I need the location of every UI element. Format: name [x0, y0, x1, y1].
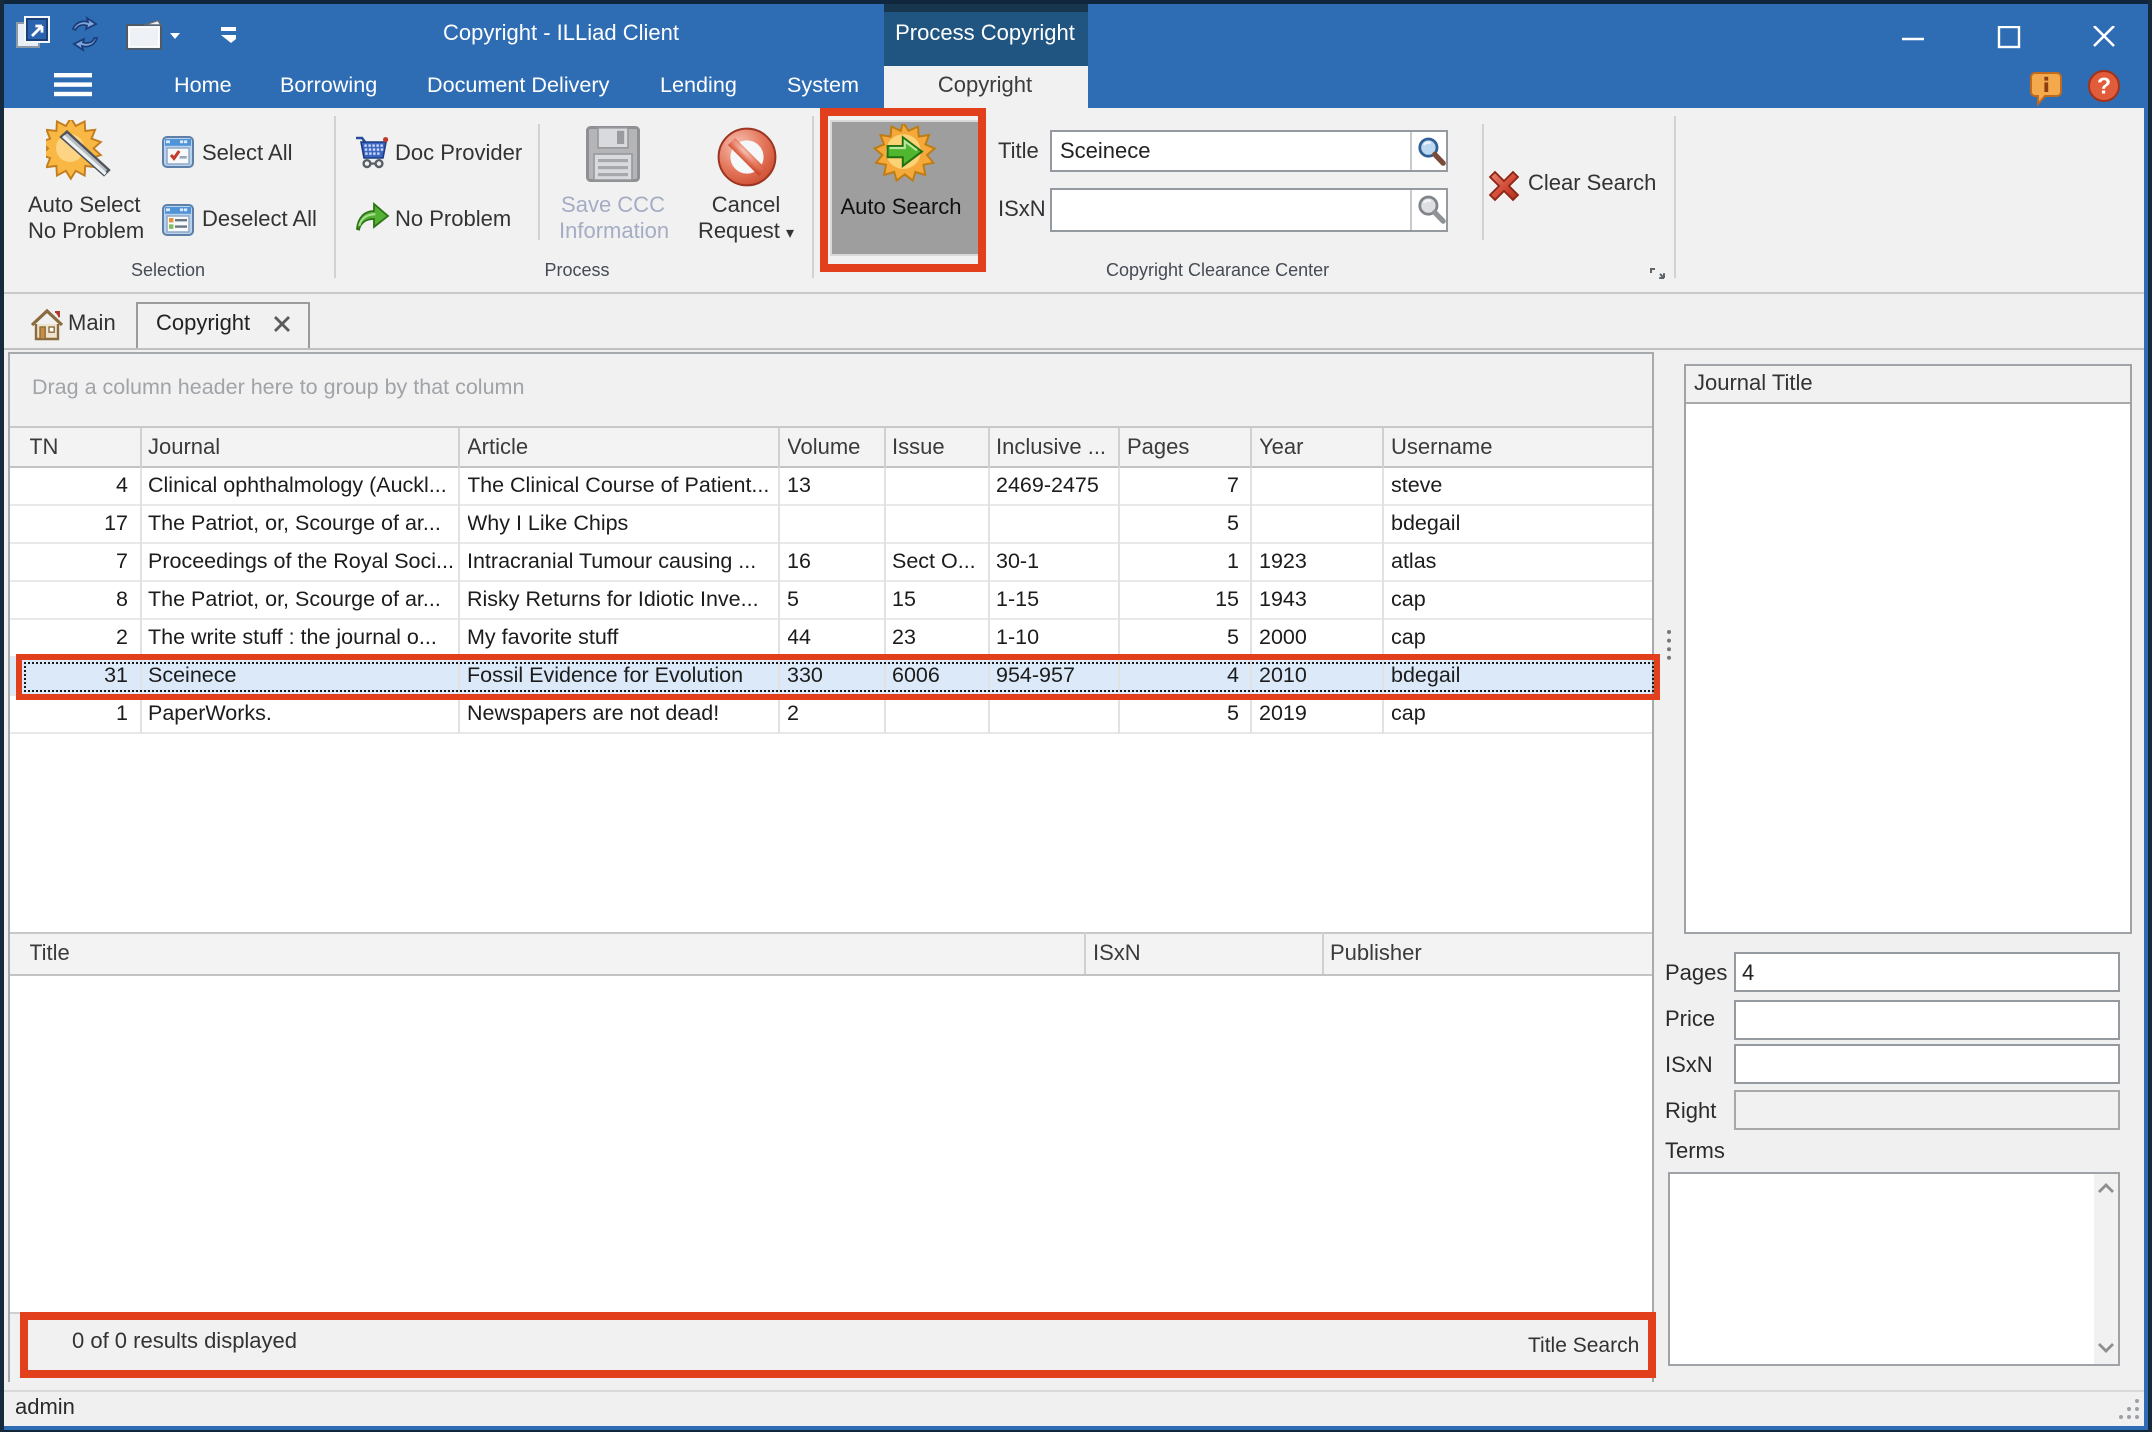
svg-text:?: ? — [2097, 73, 2111, 99]
